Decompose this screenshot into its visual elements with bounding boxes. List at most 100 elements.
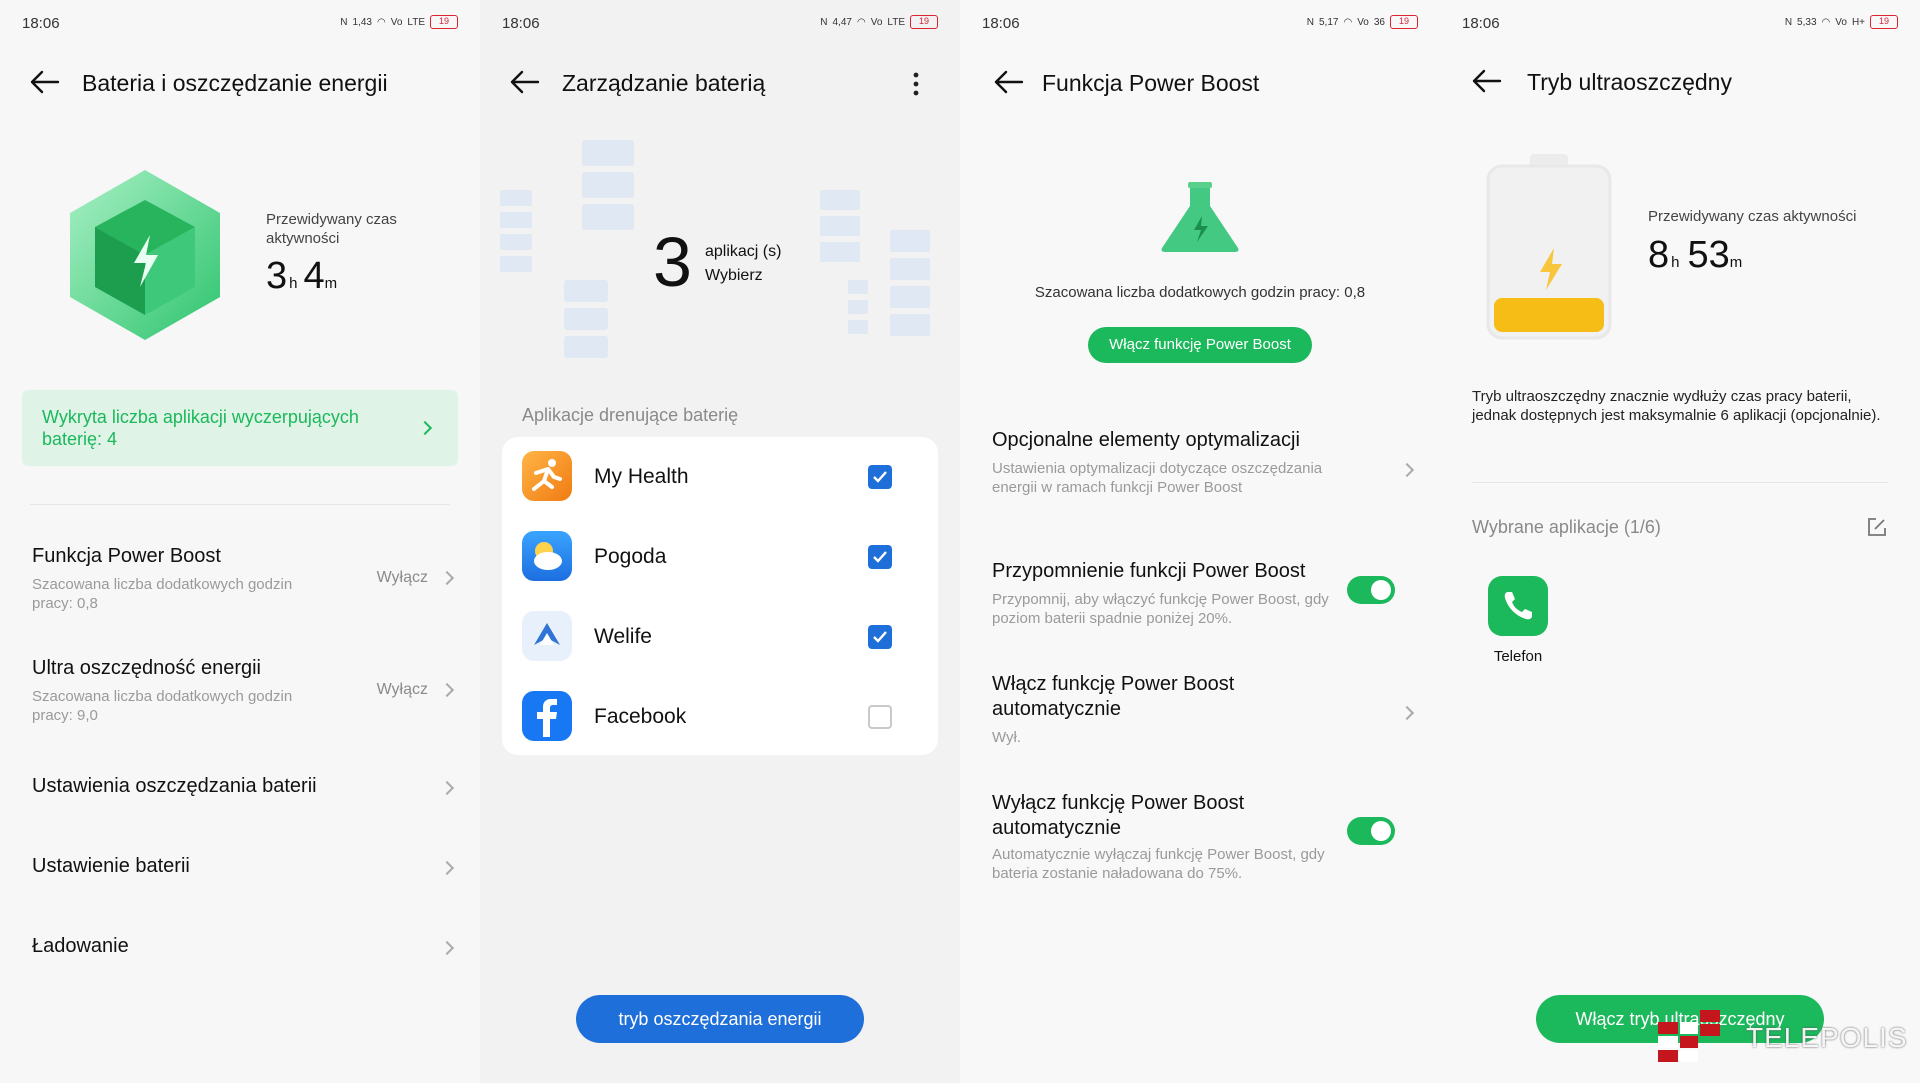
battery-hexagon-icon bbox=[70, 170, 220, 340]
estimate-text: Szacowana liczba dodatkowych godzin prac… bbox=[1034, 284, 1366, 301]
enable-power-boost-button[interactable]: Włącz funkcję Power Boost bbox=[1088, 327, 1312, 363]
wifi-icon: ◠ bbox=[856, 16, 866, 28]
app-checkbox-checked[interactable] bbox=[868, 465, 892, 489]
minutes-unit: m bbox=[1729, 254, 1743, 271]
app-checkbox-checked[interactable] bbox=[868, 545, 892, 569]
selected-apps-label: Wybrane aplikacje (1/6) bbox=[1472, 517, 1661, 537]
telepolis-logo-icon bbox=[1658, 1010, 1720, 1062]
item-value: Wyłącz bbox=[376, 569, 428, 586]
app-name: Welife bbox=[594, 625, 652, 648]
app-name: Facebook bbox=[594, 705, 687, 728]
list-item[interactable]: My Health bbox=[502, 437, 938, 517]
hours-unit: h bbox=[289, 275, 298, 292]
status-time: 18:06 bbox=[502, 15, 540, 32]
predicted-time-value: 3 h 4m bbox=[266, 255, 337, 298]
volte-label: Vo bbox=[1835, 16, 1847, 28]
battery-saving-settings-item[interactable]: Ustawienia oszczędzania baterii bbox=[0, 765, 480, 825]
item-subtitle: Przypomnij, aby włączyć funkcję Power Bo… bbox=[992, 591, 1329, 627]
more-options-icon[interactable] bbox=[912, 72, 920, 96]
screen-battery-overview: 18:06 N 1,43 ◠ Vo LTE 19 Bateria i oszcz… bbox=[0, 0, 480, 1083]
choose-link[interactable]: Wybierz bbox=[705, 267, 763, 285]
chevron-right-icon bbox=[439, 940, 455, 956]
back-arrow-icon[interactable] bbox=[1470, 67, 1504, 95]
facebook-app-icon bbox=[522, 691, 572, 741]
battery-setting-item[interactable]: Ustawienie baterii bbox=[0, 845, 480, 905]
app-list: My Health Pogoda Welife Facebook bbox=[502, 437, 938, 755]
phone-app-icon[interactable] bbox=[1488, 576, 1548, 636]
charging-item[interactable]: Ładowanie bbox=[0, 925, 480, 985]
item-title: Ustawienie baterii bbox=[32, 855, 190, 877]
back-arrow-icon[interactable] bbox=[508, 68, 542, 96]
list-item[interactable]: Pogoda bbox=[502, 517, 938, 597]
wifi-icon: ◠ bbox=[1821, 16, 1831, 28]
item-title: Przypomnienie funkcji Power Boost bbox=[992, 560, 1306, 582]
chevron-right-icon bbox=[439, 860, 455, 876]
welife-app-icon bbox=[522, 611, 572, 661]
auto-enable-power-boost-item[interactable]: Włącz funkcję Power Boost automatycznie … bbox=[960, 668, 1440, 768]
item-title: Funkcja Power Boost bbox=[32, 545, 221, 567]
power-boost-item[interactable]: Funkcja Power Boost Szacowana liczba dod… bbox=[0, 535, 480, 620]
list-item[interactable]: Facebook bbox=[502, 677, 938, 757]
status-time: 18:06 bbox=[982, 15, 1020, 32]
nfc-icon: N bbox=[1306, 16, 1314, 28]
wifi-icon: ◠ bbox=[376, 16, 386, 28]
page-title: Zarządzanie baterią bbox=[562, 70, 766, 96]
predicted-time-label: Przewidywany czas aktywności bbox=[1648, 208, 1857, 225]
item-subtitle: Automatycznie wyłączaj funkcję Power Boo… bbox=[992, 846, 1325, 882]
power-boost-reminder-item: Przypomnienie funkcji Power Boost Przypo… bbox=[960, 556, 1440, 646]
my-health-app-icon bbox=[522, 451, 572, 501]
auto-disable-power-boost-item: Wyłącz funkcję Power Boost automatycznie… bbox=[960, 787, 1440, 897]
list-item[interactable]: Welife bbox=[502, 597, 938, 677]
wifi-icon: ◠ bbox=[1343, 16, 1353, 28]
draining-app-count: 3 bbox=[653, 223, 692, 301]
volte-label: Vo bbox=[870, 16, 883, 28]
predicted-time-label: Przewidywany czas aktywności bbox=[266, 211, 397, 247]
back-arrow-icon[interactable] bbox=[992, 68, 1026, 96]
volte-label: Vo bbox=[1357, 16, 1369, 28]
apps-label: aplikacj (s) bbox=[705, 243, 782, 260]
item-subtitle: Szacowana liczba dodatkowych godzin prac… bbox=[32, 576, 293, 612]
reminder-toggle[interactable] bbox=[1347, 576, 1395, 604]
app-name: My Health bbox=[594, 465, 689, 488]
chevron-right-icon bbox=[417, 420, 433, 436]
chevron-right-icon bbox=[1399, 462, 1415, 478]
net-speed: 4,47 bbox=[832, 16, 852, 28]
screen-battery-management: 18:06 N 4,47 ◠ Vo LTE 19 Zarządzanie bat… bbox=[480, 0, 960, 1083]
power-saving-mode-button[interactable]: tryb oszczędzania energii bbox=[576, 995, 864, 1043]
app-checkbox-unchecked[interactable] bbox=[868, 705, 892, 729]
optional-optimization-item[interactable]: Opcjonalne elementy optymalizacji Ustawi… bbox=[960, 425, 1440, 525]
draining-apps-alert[interactable]: Wykryta liczba aplikacji wyczerpujących … bbox=[22, 390, 458, 466]
net-speed: 5,33 bbox=[1797, 16, 1817, 28]
nfc-icon: N bbox=[1784, 16, 1793, 28]
battery-icon: 19 bbox=[1390, 15, 1418, 29]
auto-disable-toggle[interactable] bbox=[1347, 817, 1395, 845]
status-icons: N 5,33 ◠ Vo H+ 19 bbox=[1785, 15, 1898, 29]
edit-icon[interactable] bbox=[1866, 516, 1888, 538]
divider bbox=[1472, 482, 1888, 483]
band-label: 36 bbox=[1373, 16, 1385, 28]
hplus-label: H+ bbox=[1851, 16, 1865, 28]
item-subtitle: Wył. bbox=[992, 729, 1022, 746]
app-name: Pogoda bbox=[594, 545, 667, 568]
page-title: Bateria i oszczędzanie energii bbox=[82, 70, 388, 96]
ultra-saving-item[interactable]: Ultra oszczędność energii Szacowana licz… bbox=[0, 647, 480, 732]
status-time: 18:06 bbox=[22, 15, 60, 32]
lte-label: LTE bbox=[407, 16, 425, 28]
screen-ultra-saving: 18:06 N 5,33 ◠ Vo H+ 19 Tryb ultraoszczę… bbox=[1440, 0, 1920, 1083]
status-icons: N 5,17 ◠ Vo 36 19 bbox=[1307, 15, 1418, 29]
minutes-unit: m bbox=[324, 275, 338, 292]
predicted-time-value: 8 h 53m bbox=[1648, 234, 1742, 277]
item-subtitle: Szacowana liczba dodatkowych godzin prac… bbox=[32, 688, 293, 724]
screen-power-boost: 18:06 N 5,17 ◠ Vo 36 19 Funkcja Power Bo… bbox=[960, 0, 1440, 1083]
nfc-icon: N bbox=[340, 16, 348, 28]
item-subtitle: Ustawienia optymalizacji dotyczące oszcz… bbox=[992, 460, 1323, 496]
status-icons: N 4,47 ◠ Vo LTE 19 bbox=[820, 15, 938, 29]
weather-app-icon bbox=[522, 531, 572, 581]
chevron-right-icon bbox=[439, 780, 455, 796]
net-speed: 1,43 bbox=[352, 16, 372, 28]
app-checkbox-checked[interactable] bbox=[868, 625, 892, 649]
ultra-saving-description: Tryb ultraoszczędny znacznie wydłuży cza… bbox=[1472, 388, 1881, 424]
back-arrow-icon[interactable] bbox=[28, 68, 62, 96]
chevron-right-icon bbox=[439, 570, 455, 586]
item-title: Opcjonalne elementy optymalizacji bbox=[992, 429, 1300, 451]
